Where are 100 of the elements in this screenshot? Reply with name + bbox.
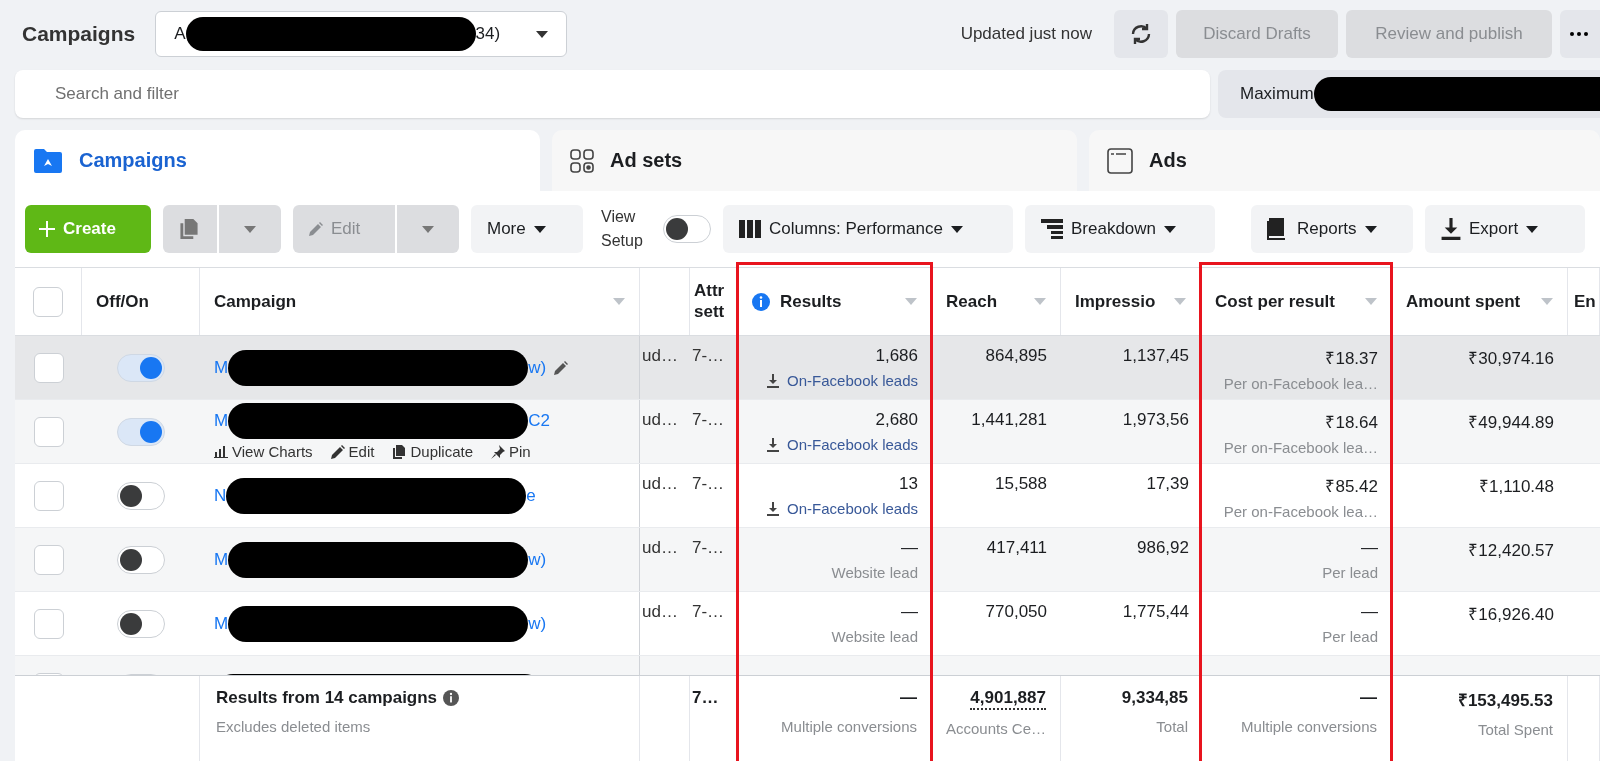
sort-icon xyxy=(1365,298,1377,305)
campaign-name-end[interactable]: w) xyxy=(528,549,547,570)
result-type: Website lead xyxy=(831,564,918,581)
toggle-switch[interactable] xyxy=(117,417,165,446)
column-header[interactable]: Amount spent xyxy=(1406,291,1521,312)
toggle-switch[interactable] xyxy=(117,481,165,510)
column-header[interactable]: Reach xyxy=(946,291,998,312)
checkbox[interactable] xyxy=(33,352,64,383)
table-cell-text: ud… xyxy=(642,602,678,623)
sort-icon xyxy=(1541,298,1553,305)
info-icon xyxy=(443,690,460,706)
page-title: Campaigns xyxy=(22,22,136,46)
search-field[interactable]: Search and filter xyxy=(15,70,1210,118)
column-header[interactable]: En xyxy=(1574,291,1596,312)
result-type-link[interactable]: On-Facebook leads xyxy=(767,500,918,517)
columns-button[interactable]: Columns: Performance xyxy=(723,205,1013,253)
table-cell-text: ₹18.64 xyxy=(1325,412,1378,433)
export-button[interactable]: Export xyxy=(1425,205,1585,253)
sort-icon xyxy=(905,298,917,305)
column-header[interactable]: Cost per result xyxy=(1215,291,1335,312)
total-label: Multiple conversions xyxy=(781,718,917,735)
table-cell: 15,588 xyxy=(995,474,1047,494)
table-cell: 986,92 xyxy=(1137,538,1189,558)
table-cell-text: ₹49,944.89 xyxy=(1468,412,1554,433)
campaign-name-start[interactable]: N xyxy=(214,485,227,506)
column-header[interactable]: Campaign xyxy=(214,291,297,312)
tab[interactable]: Campaigns xyxy=(15,130,540,191)
row-action-link[interactable]: View Charts xyxy=(214,443,313,460)
table-cell-text: ₹30,974.16 xyxy=(1468,348,1554,369)
total-value: — xyxy=(1360,688,1377,708)
table-cell-text: ₹18.37 xyxy=(1325,348,1378,369)
table-cell: 417,411 xyxy=(986,538,1047,558)
more-button[interactable] xyxy=(1560,10,1600,58)
more-button[interactable]: More xyxy=(471,205,583,253)
row-action-link[interactable]: Pin xyxy=(491,443,531,460)
table-cell-text: 7-… xyxy=(692,602,725,623)
download-icon xyxy=(767,501,780,516)
reports-button[interactable]: Reports xyxy=(1251,205,1413,253)
filter-chip[interactable]: Maximum xyxy=(1218,70,1600,118)
column-header[interactable]: Attr sett xyxy=(694,281,733,322)
table-cell: 864,895 xyxy=(985,346,1047,366)
campaign-name-start[interactable]: M xyxy=(214,411,229,431)
sort-icon xyxy=(1034,298,1046,305)
info-icon xyxy=(752,292,770,311)
breakdown-button[interactable]: Breakdown xyxy=(1025,205,1215,253)
table-cell: 1,441,281 xyxy=(971,410,1047,430)
result-type: Website lead xyxy=(831,628,918,645)
campaign-name-end[interactable]: C2 xyxy=(528,411,550,431)
refresh-button[interactable] xyxy=(1114,10,1168,58)
cost-type: Per on-Facebook lea… xyxy=(1223,503,1378,520)
account-dropdown[interactable]: A 34) xyxy=(155,11,568,57)
tab[interactable]: Ad sets xyxy=(552,130,1077,191)
checkbox[interactable] xyxy=(33,416,64,447)
checkbox[interactable] xyxy=(33,480,64,511)
pencil-icon xyxy=(330,444,345,459)
toggle-switch[interactable] xyxy=(117,609,165,638)
summary-note: Excludes deleted items xyxy=(216,718,371,735)
folder-icon xyxy=(33,147,63,174)
toggle-switch[interactable] xyxy=(663,215,711,243)
row-action-link[interactable]: Duplicate xyxy=(392,443,473,460)
table-cell: — xyxy=(1361,602,1378,622)
campaign-name-end[interactable]: e xyxy=(526,485,536,506)
download-icon xyxy=(1441,218,1461,240)
column-header[interactable]: Results xyxy=(752,291,842,312)
campaign-name-end[interactable]: w) xyxy=(528,613,547,634)
caret-icon xyxy=(244,225,256,233)
sort-icon xyxy=(1174,298,1186,305)
total-value: 4,901,887 xyxy=(970,688,1046,710)
result-type-link[interactable]: On-Facebook leads xyxy=(767,436,918,453)
download-icon xyxy=(767,437,780,452)
table-cell-text: 7-… xyxy=(692,538,725,559)
result-type-link[interactable]: On-Facebook leads xyxy=(767,372,918,389)
table-cell: 770,050 xyxy=(985,602,1047,622)
campaign-name-start[interactable]: M xyxy=(214,549,229,570)
campaign-name-start[interactable]: M xyxy=(214,613,229,634)
total-label: Multiple conversions xyxy=(1241,718,1377,735)
more-icon xyxy=(1570,32,1588,36)
table-cell-text: ₹85.42 xyxy=(1325,476,1378,497)
table-cell: 1,973,56 xyxy=(1122,410,1189,430)
copy-icon xyxy=(179,219,199,239)
toggle-switch[interactable] xyxy=(117,545,165,574)
table-cell-text: 7-… xyxy=(692,410,725,431)
breakdown-icon xyxy=(1041,219,1063,239)
columns-icon xyxy=(739,220,761,238)
column-header[interactable]: Impressio xyxy=(1075,291,1156,312)
toggle-switch[interactable] xyxy=(117,353,165,382)
download-icon xyxy=(767,373,780,388)
caret-icon xyxy=(950,225,963,233)
caret-icon xyxy=(1526,225,1539,233)
checkbox[interactable] xyxy=(33,608,64,639)
duplicate-button[interactable] xyxy=(163,205,217,253)
table-cell: 1,775,44 xyxy=(1122,602,1189,622)
column-header[interactable]: Off/On xyxy=(96,291,149,312)
view-setup-label: View Setup xyxy=(601,207,644,251)
row-action-link[interactable]: Edit xyxy=(330,443,375,460)
tab[interactable]: Ads xyxy=(1089,130,1600,191)
checkbox[interactable] xyxy=(33,544,64,575)
checkbox[interactable] xyxy=(33,286,63,317)
table-cell: 13 xyxy=(899,474,918,494)
table-cell-text: 7-… xyxy=(692,474,725,495)
